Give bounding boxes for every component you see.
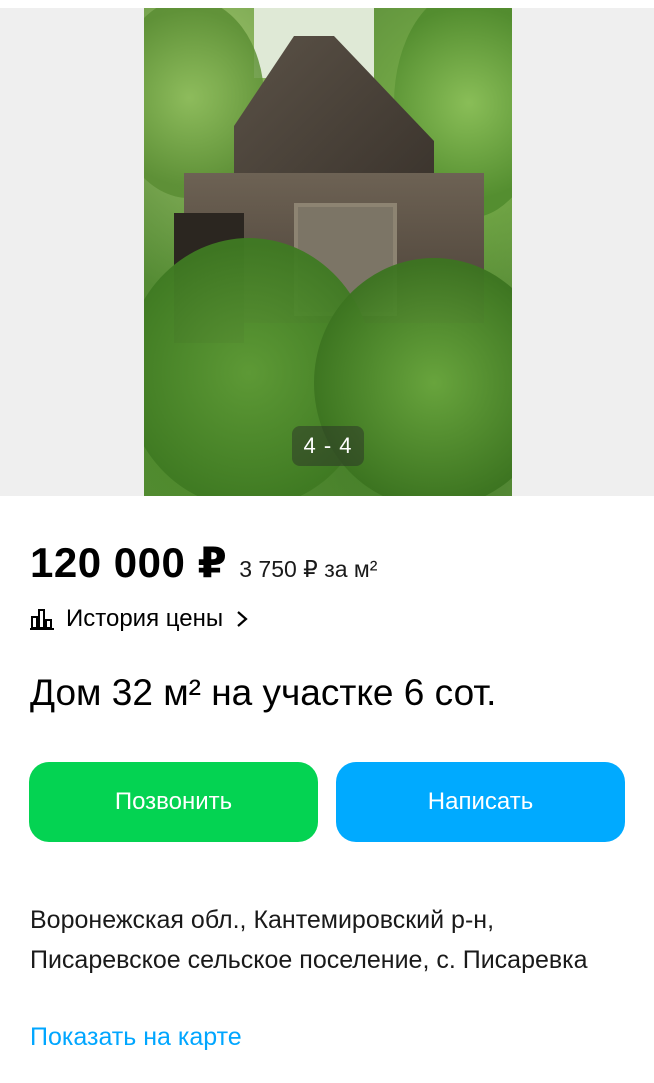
price-per-m2: 3 750 ₽ за м² <box>239 556 378 582</box>
call-button[interactable]: Позвонить <box>29 762 318 842</box>
top-edge <box>0 0 654 8</box>
show-on-map-link[interactable]: Показать на карте <box>30 1023 242 1052</box>
listing-title: Дом 32 м² на участке 6 сот. <box>30 672 497 713</box>
address: Воронежская обл., Кантемировский р-н, Пи… <box>30 906 588 974</box>
chevron-right-icon <box>237 611 248 627</box>
price-history-link[interactable]: История цены <box>30 605 249 633</box>
price-history-label: История цены <box>66 605 224 632</box>
bar-chart-icon <box>30 609 54 630</box>
photo-counter: 4 - 4 <box>292 426 364 466</box>
listing-photo[interactable] <box>144 8 512 496</box>
price-row: 120 000 ₽ 3 750 ₽ за м² <box>30 538 377 587</box>
price: 120 000 ₽ <box>30 539 228 586</box>
photo-gallery[interactable]: 4 - 4 <box>0 0 654 496</box>
write-button[interactable]: Написать <box>336 762 625 842</box>
